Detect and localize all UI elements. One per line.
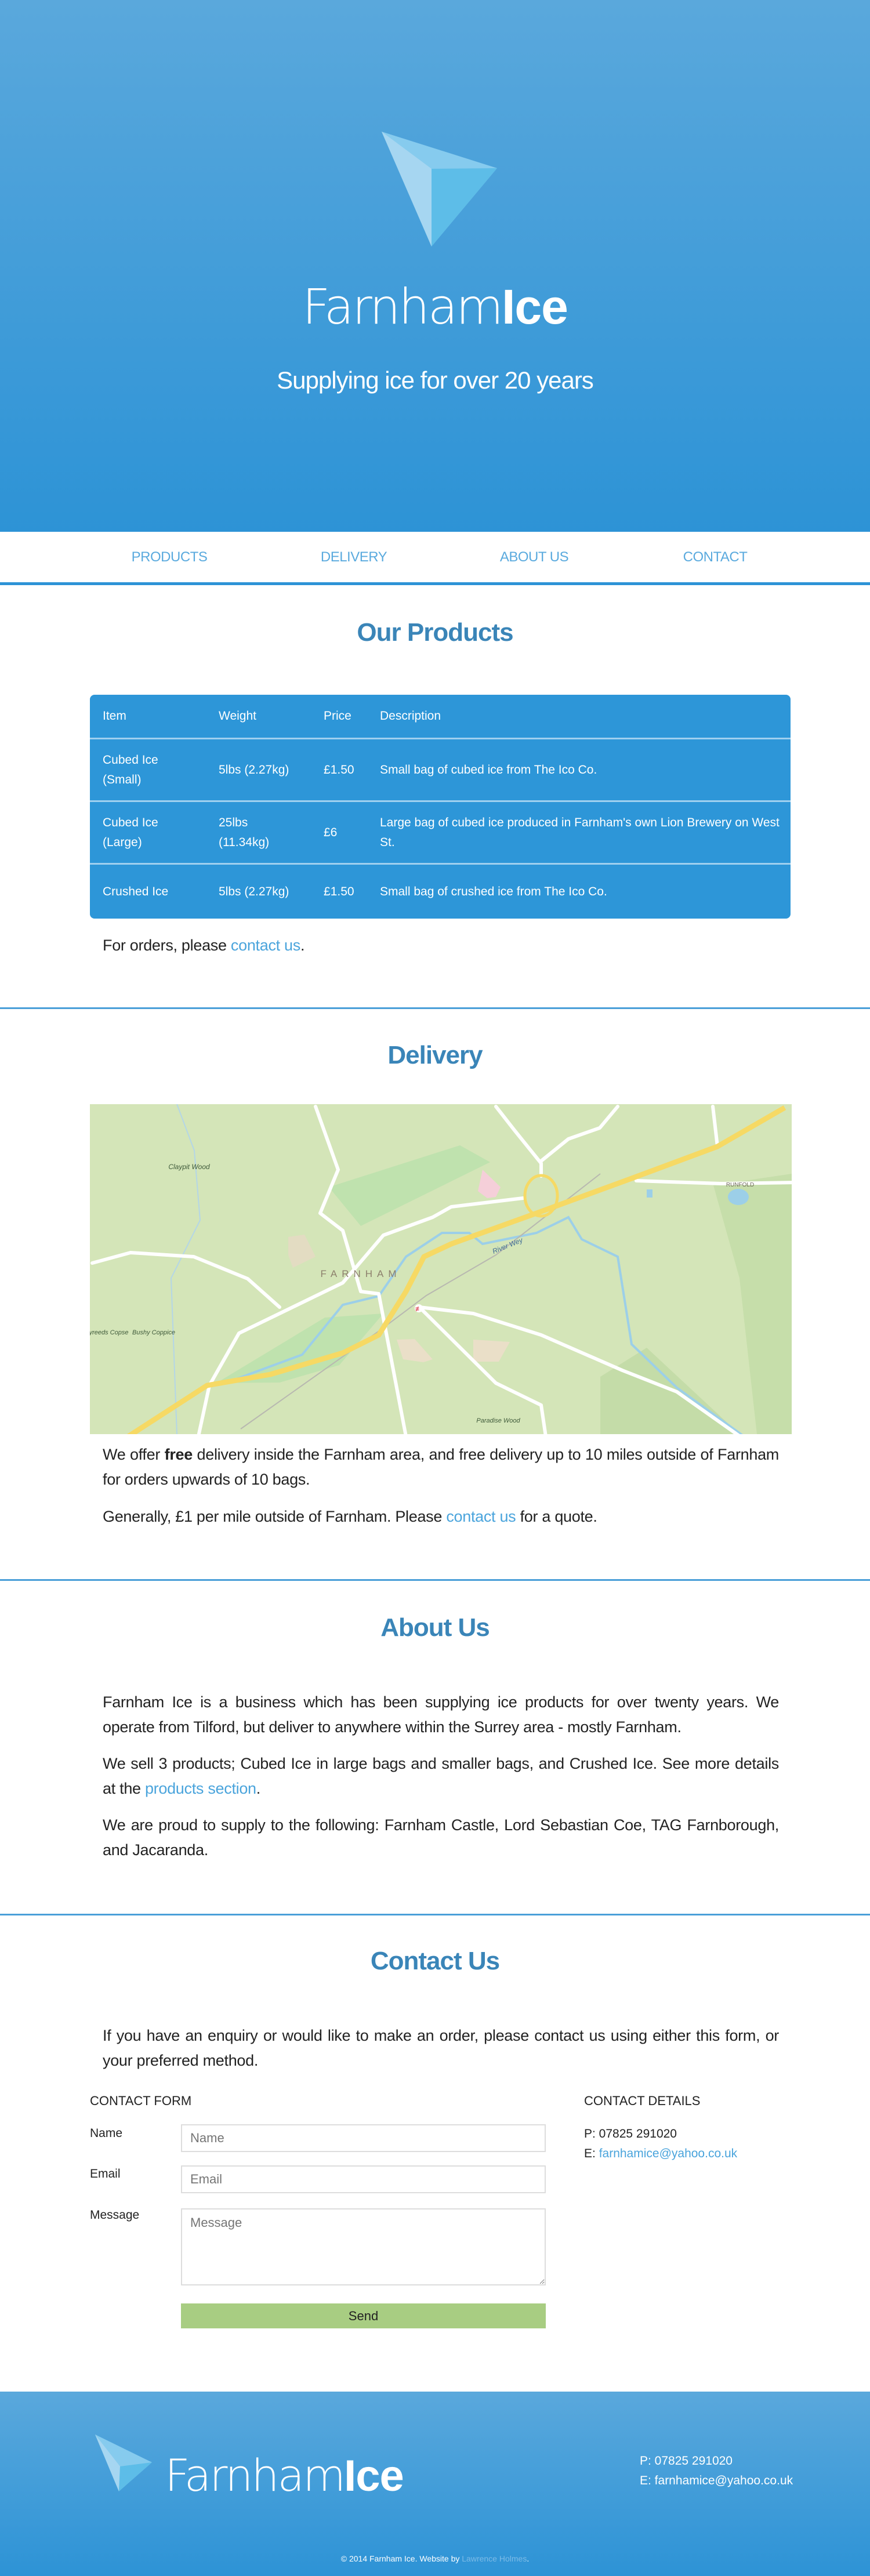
map-label-bushy: Bushy Coppice xyxy=(132,1329,175,1336)
brand-wordmark: FarnhamIce xyxy=(0,278,870,335)
delivery-title: Delivery xyxy=(387,1041,483,1069)
nav-contact[interactable]: CONTACT xyxy=(683,549,748,565)
tagline: Supplying ice for over 20 years xyxy=(277,367,594,394)
cell-description: Small bag of cubed ice from The Ico Co. xyxy=(380,763,597,777)
table-row: Crushed Ice 5lbs (2.27kg) £1.50 Small ba… xyxy=(90,863,791,919)
about-paragraph-2: We sell 3 products; Cubed Ice in large b… xyxy=(103,1751,779,1801)
svg-text:≢: ≢ xyxy=(415,1305,422,1313)
contact-form-heading: CONTACT FORM xyxy=(90,2094,192,2108)
email-prefix: E: xyxy=(584,2147,599,2160)
railway-station-icon: ≢ xyxy=(415,1304,423,1313)
nav-about-us[interactable]: ABOUT US xyxy=(500,549,569,565)
email-label: Email xyxy=(90,2167,121,2180)
footer-phone: P: 07825 291020 xyxy=(640,2454,733,2468)
nav-delivery[interactable]: DELIVERY xyxy=(321,549,387,565)
text: . xyxy=(256,1780,261,1797)
email-input[interactable] xyxy=(181,2165,546,2193)
cell-weight: 5lbs (2.27kg) xyxy=(219,763,289,777)
header-weight: Weight xyxy=(219,709,256,723)
brand-name-bold: Ice xyxy=(502,280,568,334)
cell-weight: 25lbs (11.34kg) xyxy=(219,815,270,849)
products-section-link[interactable]: products section xyxy=(145,1780,256,1797)
name-label: Name xyxy=(90,2127,123,2140)
contact-us-link[interactable]: contact us xyxy=(446,1508,516,1525)
cell-description: Large bag of cubed ice produced in Farnh… xyxy=(380,815,780,849)
contact-details-heading: CONTACT DETAILS xyxy=(584,2094,701,2108)
footer-email: E: farnhamice@yahoo.co.uk xyxy=(640,2474,793,2487)
map-label-runfold: RUNFOLD xyxy=(726,1182,754,1188)
map-label-claypit: Claypit Wood xyxy=(168,1163,210,1171)
about-paragraph-3: We are proud to supply to the following:… xyxy=(103,1816,779,1859)
table-row: Cubed Ice (Large) 25lbs (11.34kg) £6 Lar… xyxy=(90,800,791,863)
delivery-map[interactable]: ≢ Claypit Wood FARNHAM River Wey Bushyre… xyxy=(90,1104,792,1434)
table-header-row: Item Weight Price Description xyxy=(90,695,791,738)
text: We offer xyxy=(103,1446,165,1463)
table-row: Cubed Ice (Small) 5lbs (2.27kg) £1.50 Sm… xyxy=(90,738,791,800)
email-link[interactable]: farnhamice@yahoo.co.uk xyxy=(599,2147,737,2160)
header-item: Item xyxy=(103,709,126,723)
send-button[interactable]: Send xyxy=(181,2303,546,2328)
free-emphasis: free xyxy=(164,1446,193,1463)
map-label-paradise: Paradise Wood xyxy=(476,1417,520,1424)
orders-text: For orders, please xyxy=(103,937,231,954)
copyright: © 2014 Farnham Ice. Website by Lawrence … xyxy=(0,2554,870,2563)
cell-item: Crushed Ice xyxy=(103,884,169,898)
cell-description: Small bag of crushed ice from The Ico Co… xyxy=(380,884,607,898)
message-label: Message xyxy=(90,2208,140,2222)
cell-price: £1.50 xyxy=(324,763,354,777)
brand-name-light: Farnham xyxy=(302,278,503,335)
contact-phone: P: 07825 291020 xyxy=(584,2127,677,2140)
author-link[interactable]: Lawrence Holmes xyxy=(462,2554,527,2563)
copyright-end: . xyxy=(527,2554,530,2563)
contact-title: Contact Us xyxy=(370,1947,500,1975)
delivery-paragraph-1: We offer free delivery inside the Farnha… xyxy=(103,1442,779,1492)
main-nav: PRODUCTS DELIVERY ABOUT US CONTACT xyxy=(0,532,870,585)
cell-price: £6 xyxy=(324,825,338,839)
map-graphic: ≢ Claypit Wood FARNHAM River Wey Bushyre… xyxy=(90,1104,792,1434)
name-input[interactable] xyxy=(181,2124,546,2152)
text: Generally, £1 per mile outside of Farnha… xyxy=(103,1508,447,1525)
header-price: Price xyxy=(324,709,351,723)
contact-us-link[interactable]: contact us xyxy=(231,937,300,954)
section-divider xyxy=(0,1007,870,1009)
text: for a quote. xyxy=(516,1508,597,1525)
cell-weight: 5lbs (2.27kg) xyxy=(219,884,289,898)
about-paragraph-1: Farnham Ice is a business which has been… xyxy=(103,1693,779,1736)
copyright-text: © 2014 Farnham Ice. Website by xyxy=(340,2554,462,2563)
footer: FarnhamIce P: 07825 291020 E: farnhamice… xyxy=(0,2392,870,2576)
ice-logo-icon xyxy=(95,2434,152,2491)
brand-name-bold: Ice xyxy=(344,2451,404,2501)
contact-email: E: farnhamice@yahoo.co.uk xyxy=(584,2147,737,2161)
section-divider xyxy=(0,1914,870,1915)
cell-item: Cubed Ice (Small) xyxy=(103,753,158,786)
contact-intro: If you have an enquiry or would like to … xyxy=(103,2027,779,2069)
brand-name-light: Farnham xyxy=(165,2450,346,2501)
products-table: Item Weight Price Description Cubed Ice … xyxy=(90,695,791,919)
header-description: Description xyxy=(380,709,441,723)
products-title: Our Products xyxy=(357,618,513,647)
cell-item: Cubed Ice (Large) xyxy=(103,815,158,849)
orders-end: . xyxy=(300,937,305,954)
cell-price: £1.50 xyxy=(324,884,354,898)
map-label-bushyreeds: Bushyreeds Copse xyxy=(90,1329,128,1336)
map-label-farnham: FARNHAM xyxy=(320,1268,401,1279)
nav-products[interactable]: PRODUCTS xyxy=(132,549,208,565)
text: delivery inside the Farnham area, and fr… xyxy=(103,1446,779,1488)
ice-logo-icon xyxy=(382,132,497,246)
delivery-paragraph-2: Generally, £1 per mile outside of Farnha… xyxy=(103,1504,779,1529)
about-title: About Us xyxy=(380,1613,490,1642)
message-textarea[interactable] xyxy=(181,2208,546,2285)
footer-wordmark: FarnhamIce xyxy=(165,2450,404,2501)
section-divider xyxy=(0,1579,870,1581)
hero-header: FarnhamIce Supplying ice for over 20 yea… xyxy=(0,0,870,532)
orders-note: For orders, please contact us. xyxy=(103,933,779,958)
